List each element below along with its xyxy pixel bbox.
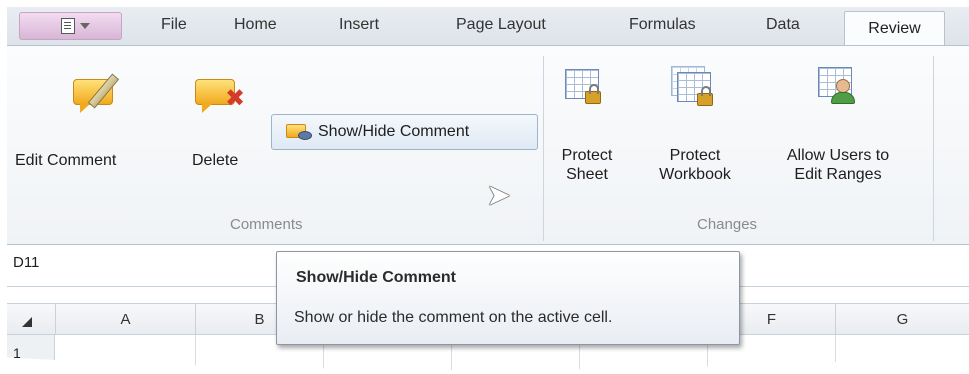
grid-line — [835, 335, 836, 371]
protect-workbook-line1: Protect — [669, 147, 721, 164]
group-label-changes: Changes — [697, 216, 758, 233]
tooltip-title: Show/Hide Comment — [296, 269, 457, 286]
tab-insert[interactable]: Insert — [339, 16, 379, 34]
row-header-1[interactable]: 1 — [7, 335, 55, 371]
close-icon: ✖ — [225, 84, 246, 112]
ribbon-tab-bar: File Home Insert Page Layout Formulas Da… — [7, 7, 969, 46]
chevron-down-icon — [80, 23, 90, 29]
tab-data[interactable]: Data — [766, 16, 800, 34]
ribbon-panel: Edit Comment ✖ Delete Show/Hide Comment … — [7, 45, 969, 245]
user-body-icon — [831, 92, 855, 104]
document-menu-icon — [61, 18, 75, 34]
name-box[interactable]: D11 — [13, 254, 39, 271]
group-label-comments: Comments — [230, 216, 303, 233]
protect-sheet-line1: Protect — [561, 147, 613, 164]
group-divider — [933, 56, 934, 241]
show-hide-comment-tooltip: Show/Hide Comment Show or hide the comme… — [276, 251, 740, 345]
show-hide-comment-label: Show/Hide Comment — [318, 123, 470, 140]
delete-label: Delete — [192, 152, 239, 169]
tab-page-layout[interactable]: Page Layout — [456, 16, 546, 34]
select-all-icon[interactable] — [22, 317, 32, 327]
eye-icon — [298, 131, 312, 140]
protect-sheet-label: Protect Sheet — [557, 146, 617, 184]
protect-workbook-line2: Workbook — [659, 166, 731, 183]
show-hide-comment-button[interactable]: Show/Hide Comment — [271, 114, 538, 150]
allow-users-line1: Allow Users to — [786, 147, 890, 164]
tab-review[interactable]: Review — [844, 11, 945, 46]
app-menu-button[interactable] — [19, 12, 122, 40]
lock-icon — [697, 86, 713, 106]
tab-file[interactable]: File — [161, 16, 187, 34]
tab-home[interactable]: Home — [234, 16, 277, 34]
allow-users-line2: Edit Ranges — [794, 166, 882, 183]
allow-users-label: Allow Users to Edit Ranges — [773, 146, 903, 184]
protect-workbook-label: Protect Workbook — [651, 146, 739, 184]
grid-line — [195, 335, 196, 371]
protect-sheet-line2: Sheet — [566, 166, 608, 183]
tooltip-body: Show or hide the comment on the active c… — [294, 309, 613, 326]
column-header-g[interactable]: G — [835, 304, 969, 335]
lock-icon — [585, 84, 601, 104]
group-divider — [543, 56, 544, 241]
spreadsheet-window: File Home Insert Page Layout Formulas Da… — [7, 7, 969, 371]
tab-formulas[interactable]: Formulas — [629, 16, 696, 34]
edit-comment-label: Edit Comment — [15, 152, 117, 169]
mouse-pointer-icon: ➤ — [486, 178, 512, 213]
user-head-icon — [836, 79, 850, 93]
column-header-a[interactable]: A — [55, 304, 195, 335]
